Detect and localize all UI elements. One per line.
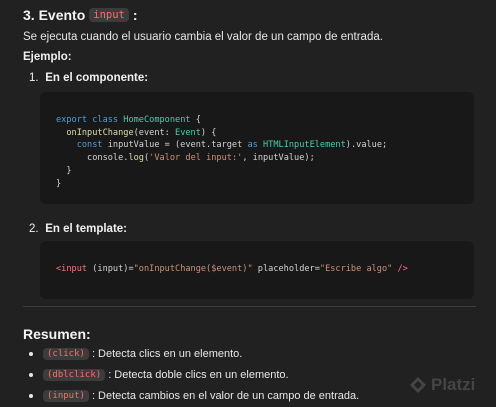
step-item: 1. En el componente: [29,72,148,84]
code-token: inputValue = (event.target [102,140,248,151]
chat-response: 3. Evento input : Se ejecuta cuando el u… [0,0,496,407]
section-heading: 3. Evento input : [23,7,138,23]
code-token: /> [392,264,408,274]
watermark-text: Platzi [431,375,476,394]
bullet-icon [29,373,33,377]
summary-title: Resumen: [23,326,91,342]
step-item: 2. En el template: [29,223,127,235]
bullet-icon [29,394,33,398]
code-token: export class [56,115,119,125]
step-label: En el componente: [45,72,149,84]
code-token: const [76,140,103,151]
bullet-icon [29,352,33,356]
list-item: (click) : Detecta clics en un elemento. [29,348,242,360]
code-token: HTMLInputElement [263,140,346,151]
heading-suffix: : [132,7,138,23]
code-token: ) { [200,127,217,138]
code-token: <input [56,264,88,274]
code-token: 'Valor del input:' [149,153,243,164]
step-label: En el template: [45,223,128,235]
inline-code: (input) [43,390,89,402]
list-item-text: : Detecta doble clics en un elemento. [108,369,289,381]
code-token: "Escribe algo" [319,264,393,274]
platzi-logo-icon [410,377,426,393]
code-token: console. [87,153,129,164]
code-block-template[interactable]: <input (input)="onInputChange($event)" p… [40,241,474,299]
platzi-watermark: Platzi [409,375,475,395]
list-item-text: : Detecta cambios en el valor de un camp… [91,390,360,402]
section-description: Se ejecuta cuando el usuario cambia el v… [23,31,383,43]
list-item: (input) : Detecta cambios en el valor de… [29,390,359,402]
code-token: HomeComponent [123,115,191,125]
code-token: log [128,153,144,164]
section-divider [23,306,476,307]
code-token: placeholder= [252,264,320,274]
code-token: ).value; [345,140,388,151]
inline-code: (click) [43,348,89,360]
code-token: Event [175,127,201,138]
list-item-text: : Detecta clics en un elemento. [91,348,243,360]
inline-code: (dblclick) [43,369,106,381]
code-token: (event: [133,127,176,138]
heading-code: input [89,8,129,22]
step-number: 2. [29,223,39,235]
code-block-component[interactable]: export class HomeComponent { onInputChan… [40,92,474,204]
code-token: "onInputChange($event)" [133,264,253,274]
code-token: , inputValue); [242,153,315,164]
list-item: (dblclick) : Detecta doble clics en un e… [29,369,289,381]
code-token: } [56,178,62,189]
code-token: onInputChange [66,127,134,138]
code-token: as [247,140,258,151]
code-token: { [190,115,201,125]
code-token: } [66,165,72,176]
step-number: 1. [29,72,39,84]
heading-prefix: 3. Evento [23,7,86,23]
code-token: (input)= [87,264,134,274]
example-label: Ejemplo: [23,51,72,63]
